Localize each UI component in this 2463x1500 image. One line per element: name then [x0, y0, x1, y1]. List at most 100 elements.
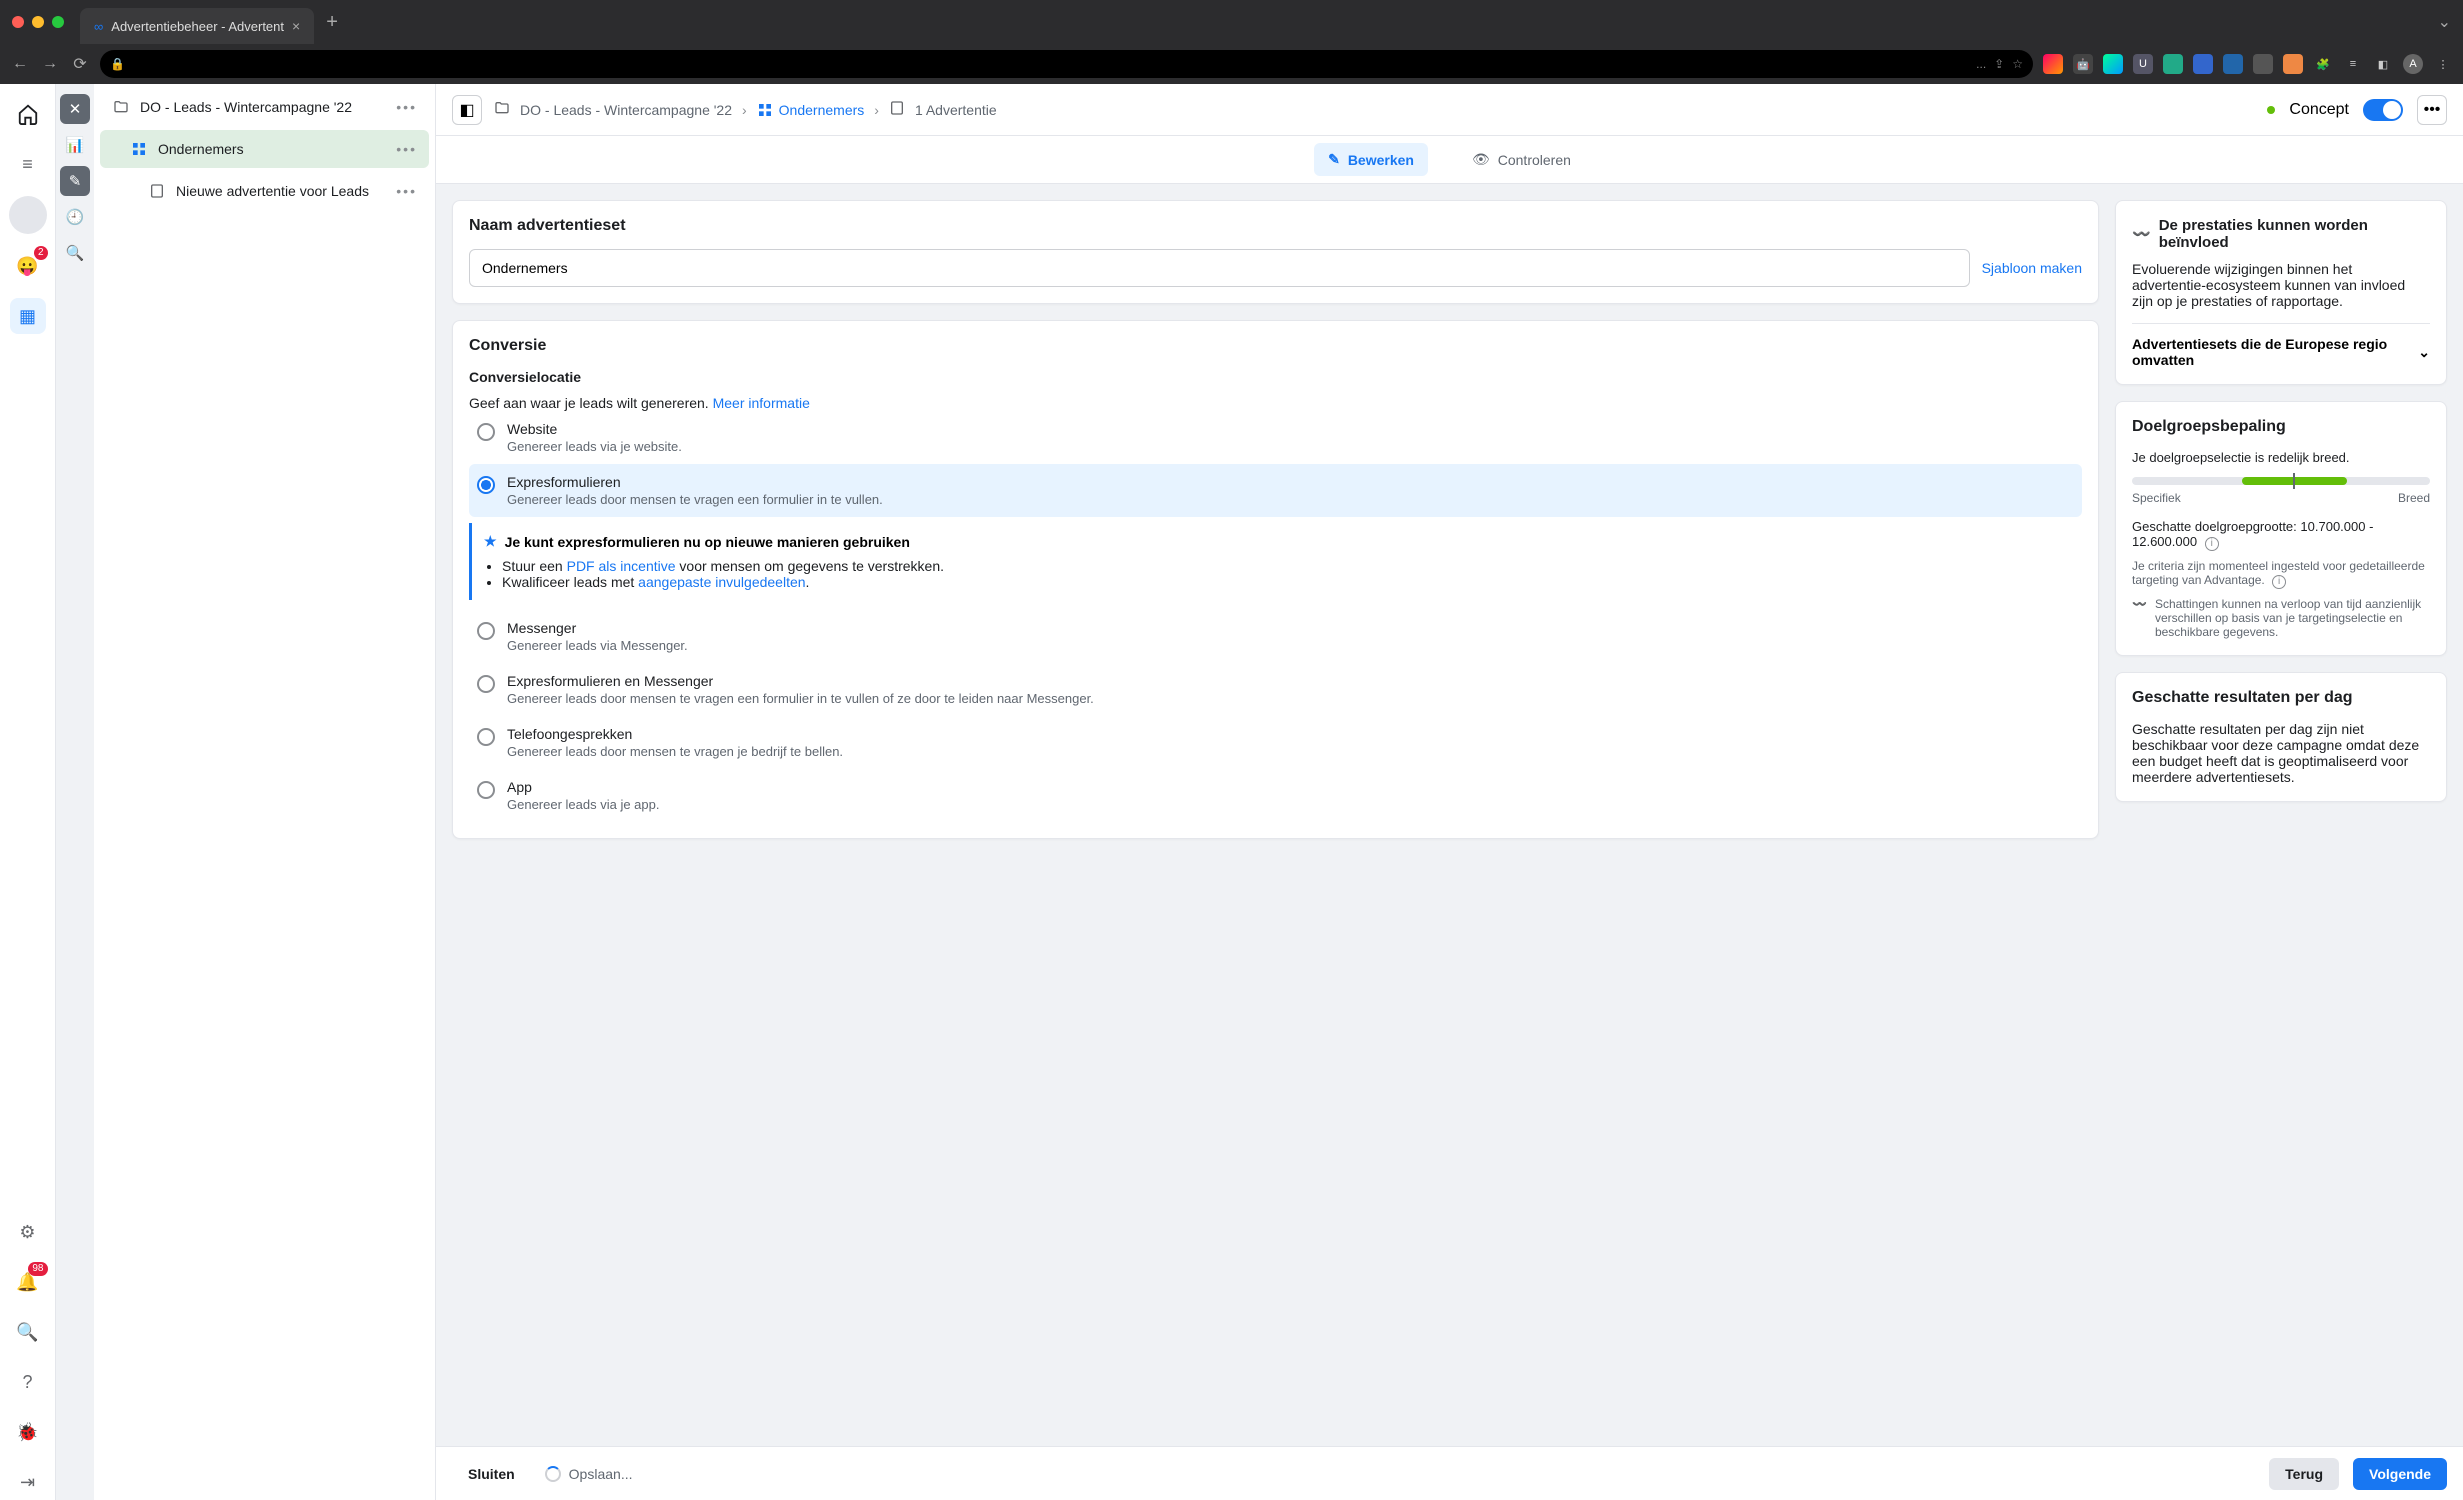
- pdf-incentive-link[interactable]: PDF als incentive: [567, 558, 676, 574]
- tree-campaign-item[interactable]: DO - Leads - Wintercampagne '22 •••: [100, 88, 429, 126]
- instant-forms-tip: ★ Je kunt expresformulieren nu op nieuwe…: [469, 523, 2082, 600]
- pencil-icon: ✎: [1328, 151, 1340, 168]
- ext-icon[interactable]: [2163, 54, 2183, 74]
- help-icon[interactable]: ?: [10, 1364, 46, 1400]
- make-template-link[interactable]: Sjabloon maken: [1982, 260, 2082, 276]
- ext-icon[interactable]: [2193, 54, 2213, 74]
- tip-bullet: Kwalificeer leads met aangepaste invulge…: [502, 574, 2070, 590]
- more-actions-button[interactable]: •••: [2417, 95, 2447, 125]
- ext-icon[interactable]: [2043, 54, 2063, 74]
- collapse-icon[interactable]: ⇥: [10, 1464, 46, 1500]
- next-button[interactable]: Volgende: [2353, 1458, 2447, 1490]
- tabs-overflow-icon[interactable]: ⌄: [2438, 12, 2451, 32]
- panel-icon[interactable]: ◧: [2373, 54, 2393, 74]
- folder-icon: [112, 98, 130, 116]
- custom-sections-link[interactable]: aangepaste invulgedeelten: [638, 574, 805, 590]
- adset-name-input[interactable]: [469, 249, 1970, 287]
- back-icon[interactable]: ←: [10, 55, 30, 73]
- tree-adset-item[interactable]: Ondernemers •••: [100, 130, 429, 168]
- radio-forms-and-messenger[interactable]: Expresformulieren en Messenger Genereer …: [469, 663, 2082, 716]
- publish-toggle[interactable]: [2363, 99, 2403, 121]
- tab-review-label: Controleren: [1498, 152, 1571, 168]
- new-tab-button[interactable]: +: [326, 11, 338, 34]
- more-icon[interactable]: •••: [396, 183, 417, 199]
- crumb-adset-label: Ondernemers: [779, 102, 865, 118]
- tab-title: Advertentiebeheer - Advertent: [111, 19, 284, 34]
- global-nav-rail: ≡ 😛2 ▦ ⚙ 🔔98 🔍 ? 🐞 ⇥: [0, 84, 56, 1500]
- ext-icon[interactable]: [2103, 54, 2123, 74]
- close-editor-button[interactable]: ✕: [60, 94, 90, 124]
- settings-icon[interactable]: ⚙: [10, 1214, 46, 1250]
- ext-icon[interactable]: [2223, 54, 2243, 74]
- activity-icon: 〰️: [2132, 597, 2147, 639]
- sidebar-toggle-button[interactable]: ◧: [452, 95, 482, 125]
- notifications-icon[interactable]: 🔔98: [10, 1264, 46, 1300]
- star-icon: ★: [484, 533, 497, 550]
- ext-icon[interactable]: [2283, 54, 2303, 74]
- eye-icon: 👁: [1472, 151, 1490, 168]
- playlist-icon[interactable]: ≡: [2343, 54, 2363, 74]
- radio-website[interactable]: Website Genereer leads via je website.: [469, 411, 2082, 464]
- more-icon[interactable]: •••: [396, 141, 417, 157]
- maximize-window-icon[interactable]: [52, 16, 64, 28]
- daily-heading: Geschatte resultaten per dag: [2132, 689, 2430, 707]
- minimize-window-icon[interactable]: [32, 16, 44, 28]
- eu-accordion[interactable]: Advertentiesets die de Europese regio om…: [2132, 323, 2430, 368]
- radio-title: Messenger: [507, 620, 688, 636]
- radio-messenger[interactable]: Messenger Genereer leads via Messenger.: [469, 610, 2082, 663]
- warn-desc: Evoluerende wijzigingen binnen het adver…: [2132, 261, 2430, 309]
- ext-icon[interactable]: U: [2133, 54, 2153, 74]
- emoji-nav-icon[interactable]: 😛2: [10, 248, 46, 284]
- info-icon[interactable]: i: [2205, 537, 2219, 551]
- audience-desc: Je doelgroepselectie is redelijk breed.: [2132, 450, 2430, 465]
- star-icon[interactable]: ☆: [2012, 57, 2023, 71]
- crumb-adset[interactable]: Ondernemers: [757, 102, 865, 118]
- bug-icon[interactable]: 🐞: [10, 1414, 46, 1450]
- back-button[interactable]: Terug: [2269, 1458, 2339, 1490]
- tab-edit[interactable]: ✎ Bewerken: [1314, 143, 1428, 176]
- audience-heading: Doelgroepsbepaling: [2132, 418, 2430, 436]
- zoom-icon[interactable]: 🔍: [60, 238, 90, 268]
- history-icon[interactable]: 🕘: [60, 202, 90, 232]
- ext-icon[interactable]: 🤖: [2073, 54, 2093, 74]
- more-icon[interactable]: •••: [396, 99, 417, 115]
- crumb-campaign[interactable]: DO - Leads - Wintercampagne '22: [520, 102, 732, 118]
- browser-tab[interactable]: ∞ Advertentiebeheer - Advertent ×: [80, 8, 314, 44]
- close-tab-icon[interactable]: ×: [292, 18, 300, 34]
- range-label-specific: Specifiek: [2132, 491, 2181, 505]
- breadcrumb: DO - Leads - Wintercampagne '22 › Ondern…: [494, 100, 997, 119]
- chart-icon[interactable]: 📊: [60, 130, 90, 160]
- radio-title: Telefoongesprekken: [507, 726, 843, 742]
- ext-icon[interactable]: [2253, 54, 2273, 74]
- radio-title: App: [507, 779, 659, 795]
- account-avatar-icon[interactable]: [9, 196, 47, 234]
- close-window-icon[interactable]: [12, 16, 24, 28]
- ads-table-icon[interactable]: ▦: [10, 298, 46, 334]
- edit-pencil-icon[interactable]: ✎: [60, 166, 90, 196]
- radio-instant-forms[interactable]: Expresformulieren Genereer leads door me…: [469, 464, 2082, 517]
- forward-icon[interactable]: →: [40, 55, 60, 73]
- crumb-ad-count[interactable]: 1 Advertentie: [915, 102, 997, 118]
- info-icon[interactable]: i: [2272, 575, 2286, 589]
- home-icon[interactable]: [10, 96, 46, 132]
- share-icon[interactable]: ⇪: [1994, 57, 2004, 71]
- radio-phone-calls[interactable]: Telefoongesprekken Genereer leads door m…: [469, 716, 2082, 769]
- extensions-icon[interactable]: 🧩: [2313, 54, 2333, 74]
- warn-title-text: De prestaties kunnen worden beïnvloed: [2159, 217, 2430, 251]
- radio-title: Expresformulieren: [507, 474, 883, 490]
- menu-icon[interactable]: ⋮: [2433, 54, 2453, 74]
- tab-edit-label: Bewerken: [1348, 152, 1414, 168]
- hamburger-icon[interactable]: ≡: [10, 146, 46, 182]
- profile-avatar-icon[interactable]: A: [2403, 54, 2423, 74]
- reload-icon[interactable]: ⟳: [70, 54, 90, 74]
- radio-app[interactable]: App Genereer leads via je app.: [469, 769, 2082, 822]
- more-info-link[interactable]: Meer informatie: [713, 395, 810, 411]
- search-icon[interactable]: 🔍: [10, 1314, 46, 1350]
- ad-page-icon: [889, 100, 905, 119]
- tab-review[interactable]: 👁 Controleren: [1458, 143, 1585, 176]
- close-button[interactable]: Sluiten: [452, 1458, 531, 1490]
- meta-logo-icon: ∞: [94, 19, 103, 34]
- activity-icon: 〰️: [2132, 225, 2151, 243]
- address-bar[interactable]: 🔒 ... ⇪ ☆: [100, 50, 2033, 78]
- tree-ad-item[interactable]: Nieuwe advertentie voor Leads •••: [100, 172, 429, 210]
